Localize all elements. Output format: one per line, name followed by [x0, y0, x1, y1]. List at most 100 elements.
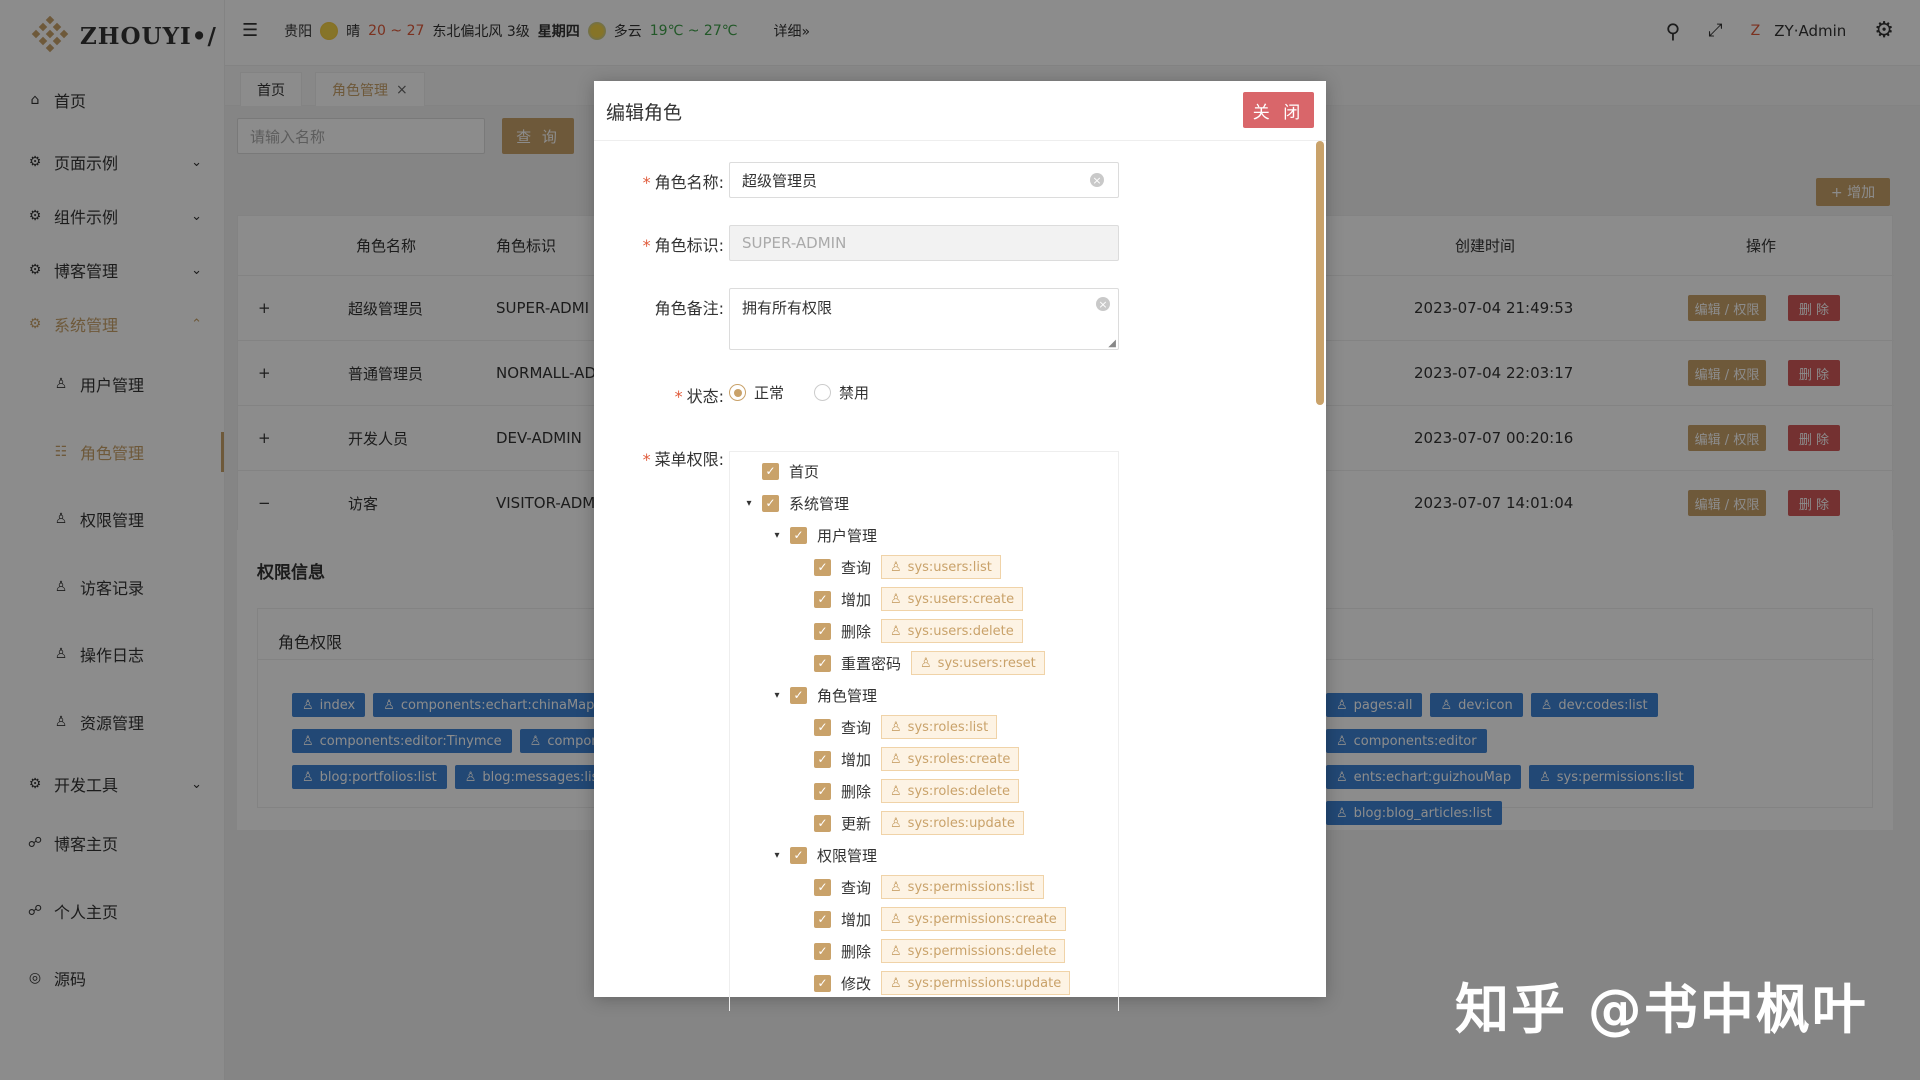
checkbox-checked-icon[interactable]: ✓: [814, 654, 831, 672]
caret-down-icon[interactable]: ▾: [770, 530, 784, 541]
checkbox-checked-icon[interactable]: ✓: [814, 782, 831, 800]
label-text: 角色标识: [654, 236, 719, 255]
colon: :: [718, 173, 724, 192]
tree-node-label: 删除: [841, 782, 872, 801]
radio-label: 禁用: [839, 384, 870, 402]
caret-down-icon[interactable]: ▾: [742, 498, 756, 509]
tree-node[interactable]: ✓ 查询 ♙ sys:users:list: [814, 552, 1001, 582]
tree-node[interactable]: ✓ 修改 ♙ sys:permissions:update: [814, 968, 1071, 998]
user-icon: ♙: [890, 911, 902, 927]
edit-role-dialog: 编辑角色 关 闭 * 角色名称: 超级管理员 × * 角色标识: SUPER-ADMI…: [594, 81, 1326, 1011]
permission-code-tag: ♙ sys:permissions:list: [881, 875, 1044, 899]
status-radio-normal[interactable]: 正常: [729, 382, 784, 403]
user-icon: ♙: [890, 591, 902, 607]
role-note-textarea[interactable]: 拥有所有权限 × ◢: [729, 288, 1119, 350]
tree-node-label: 重置密码: [841, 654, 902, 673]
tree-node-label: 权限管理: [817, 846, 878, 865]
checkbox-checked-icon[interactable]: ✓: [814, 590, 831, 608]
tree-node[interactable]: ✓ 首页: [742, 456, 819, 486]
tree-node[interactable]: ✓ 更新 ♙ sys:roles:update: [814, 808, 1024, 838]
tree-node-label: 用户管理: [817, 526, 878, 545]
tree-node[interactable]: ✓ 增加 ♙ sys:roles:create: [814, 744, 1020, 774]
tree-node-label: 查询: [841, 718, 872, 737]
permission-code: sys:roles:delete: [907, 783, 1011, 799]
tree-node[interactable]: ✓ 增加 ♙ sys:users:create: [814, 584, 1024, 614]
caret-down-icon[interactable]: ▾: [770, 690, 784, 701]
radio-label: 正常: [754, 384, 785, 402]
checkbox-checked-icon[interactable]: ✓: [814, 814, 831, 832]
tree-node-label: 查询: [841, 878, 872, 897]
status-label: * 状态:: [594, 383, 724, 407]
tree-node[interactable]: ✓ 删除 ♙ sys:roles:delete: [814, 776, 1020, 806]
permission-code: sys:users:reset: [937, 655, 1036, 671]
role-code-input[interactable]: SUPER-ADMIN: [729, 225, 1119, 261]
permission-code-tag: ♙ sys:users:create: [881, 587, 1024, 611]
close-button[interactable]: 关 闭: [1243, 92, 1314, 128]
watermark: 知乎 @书中枫叶: [1455, 978, 1868, 1041]
status-radio-group: 正常 禁用: [729, 382, 869, 403]
checkbox-checked-icon[interactable]: ✓: [814, 878, 831, 896]
tree-node[interactable]: ✓ 删除 ♙ sys:users:delete: [814, 616, 1023, 646]
tree-node-label: 增加: [841, 750, 872, 769]
permission-code-tag: ♙ sys:permissions:create: [881, 907, 1066, 931]
role-note-label: 角色备注:: [594, 295, 724, 319]
tree-node[interactable]: ▾ ✓ 用户管理: [770, 520, 877, 550]
permission-code: sys:permissions:create: [907, 911, 1057, 927]
checkbox-checked-icon[interactable]: ✓: [762, 494, 779, 512]
tree-node-label: 删除: [841, 622, 872, 641]
tree-node[interactable]: ▾ ✓ 系统管理: [742, 488, 849, 518]
tree-node[interactable]: ▾ ✓ 角色管理: [770, 680, 877, 710]
tree-node-label: 角色管理: [817, 686, 878, 705]
checkbox-checked-icon[interactable]: ✓: [814, 558, 831, 576]
tree-node[interactable]: ✓ 删除 ♙ sys:permissions:delete: [814, 936, 1066, 966]
checkbox-checked-icon[interactable]: ✓: [814, 718, 831, 736]
user-icon: ♙: [890, 783, 902, 799]
radio-unchecked-icon: [814, 384, 832, 401]
required-mark: *: [642, 236, 651, 255]
checkbox-checked-icon[interactable]: ✓: [814, 750, 831, 768]
checkbox-checked-icon[interactable]: ✓: [814, 942, 831, 960]
tree-node-label: 删除: [841, 942, 872, 961]
permission-code: sys:users:list: [907, 559, 992, 575]
menu-permission-label: * 菜单权限:: [594, 446, 724, 470]
tree-node[interactable]: ✓ 查询 ♙ sys:roles:list: [814, 712, 998, 742]
permission-code-tag: ♙ sys:permissions:update: [881, 971, 1071, 995]
role-name-value: 超级管理员: [742, 171, 818, 190]
checkbox-checked-icon[interactable]: ✓: [790, 526, 807, 544]
permission-code-tag: ♙ sys:users:list: [881, 555, 1001, 579]
permission-tree: ✓ 首页 ▾ ✓ 系统管理 ▾ ✓ 用户管理 ✓ 查询 ♙ sys:users:list ✓ 增加 ♙ sys…: [729, 451, 1119, 1011]
clear-icon[interactable]: ×: [1096, 297, 1110, 311]
tree-node[interactable]: ✓ 重置密码 ♙ sys:users:reset: [814, 648, 1045, 678]
checkbox-checked-icon[interactable]: ✓: [762, 462, 779, 480]
caret-down-icon[interactable]: ▾: [770, 850, 784, 861]
tree-node[interactable]: ✓ 查询 ♙ sys:permissions:list: [814, 872, 1044, 902]
permission-code-tag: ♙ sys:permissions:delete: [881, 939, 1066, 963]
tree-node-label: 增加: [841, 590, 872, 609]
tree-node-label: 更新: [841, 814, 872, 833]
checkbox-checked-icon[interactable]: ✓: [790, 846, 807, 864]
tree-node[interactable]: ✓ 增加 ♙ sys:permissions:create: [814, 904, 1066, 934]
tree-node-label: 系统管理: [789, 494, 850, 513]
colon: :: [718, 299, 724, 318]
permission-code-tag: ♙ sys:users:delete: [881, 619, 1023, 643]
resize-handle-icon[interactable]: ◢: [1108, 338, 1116, 349]
role-name-input[interactable]: 超级管理员 ×: [729, 162, 1119, 198]
user-icon: ♙: [890, 943, 902, 959]
checkbox-checked-icon[interactable]: ✓: [814, 622, 831, 640]
status-radio-disabled[interactable]: 禁用: [814, 382, 869, 403]
tree-node-label: 查询: [841, 558, 872, 577]
role-code-label: * 角色标识:: [594, 232, 724, 256]
checkbox-checked-icon[interactable]: ✓: [814, 974, 831, 992]
permission-code: sys:users:delete: [907, 623, 1014, 639]
user-icon: ♙: [890, 719, 902, 735]
tree-node[interactable]: ▾ ✓ 权限管理: [770, 840, 877, 870]
checkbox-checked-icon[interactable]: ✓: [814, 910, 831, 928]
permission-code: sys:roles:update: [907, 815, 1015, 831]
dialog-scrollbar[interactable]: [1316, 141, 1324, 405]
dialog-header: 编辑角色 关 闭: [594, 81, 1326, 141]
permission-code: sys:users:create: [907, 591, 1015, 607]
checkbox-checked-icon[interactable]: ✓: [790, 686, 807, 704]
permission-code-tag: ♙ sys:roles:create: [881, 747, 1020, 771]
role-note-value: 拥有所有权限: [742, 299, 833, 317]
clear-icon[interactable]: ×: [1090, 173, 1104, 187]
